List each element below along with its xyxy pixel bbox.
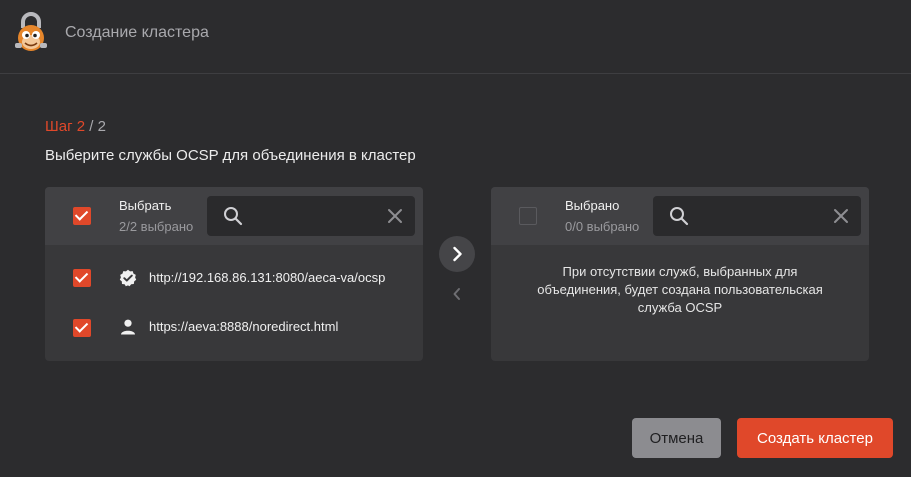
lock-mascot-icon xyxy=(15,12,47,51)
list-item[interactable]: http://192.168.86.131:8080/aeca-va/ocsp xyxy=(45,258,423,298)
cancel-button[interactable]: Отмена xyxy=(632,418,721,458)
create-cluster-window: Создание кластера Шаг 2 / 2 Выберите слу… xyxy=(0,0,911,477)
search-icon xyxy=(670,207,689,226)
step-indicator: Шаг 2 / 2 xyxy=(45,118,106,135)
app-header: Создание кластера xyxy=(0,0,911,74)
window-title: Создание кластера xyxy=(65,24,209,41)
step-total: 2 xyxy=(97,118,106,135)
step-separator: / xyxy=(89,118,94,135)
create-cluster-button[interactable]: Создать кластер xyxy=(737,418,893,458)
source-panel-label: Выбрать xyxy=(119,198,172,213)
service-url: http://192.168.86.131:8080/aeca-va/ocsp xyxy=(149,270,386,285)
target-panel-header: Выбрано 0/0 выбрано xyxy=(491,187,869,245)
source-search-box xyxy=(207,196,415,236)
move-left-button[interactable] xyxy=(448,285,466,303)
empty-state-message: При отсутствии служб, выбранных для объе… xyxy=(537,264,823,315)
target-panel-label: Выбрано xyxy=(565,198,620,213)
target-search-box xyxy=(653,196,861,236)
chevron-left-icon xyxy=(453,288,460,300)
source-search-input[interactable] xyxy=(251,204,381,230)
clear-search-icon[interactable] xyxy=(387,208,403,224)
source-panel-count: 2/2 выбрано xyxy=(119,219,194,234)
page-subtitle: Выберите службы OCSP для объединения в к… xyxy=(45,147,416,164)
step-current: Шаг 2 xyxy=(45,118,86,135)
item-checkbox[interactable] xyxy=(73,319,91,337)
user-icon xyxy=(121,319,135,335)
selected-services-panel: Выбрано 0/0 выбрано При отсутствии служб… xyxy=(491,187,869,361)
list-item[interactable]: https://aeva:8888/noredirect.html xyxy=(45,307,423,347)
item-checkbox[interactable] xyxy=(73,269,91,287)
service-url: https://aeva:8888/noredirect.html xyxy=(149,319,339,334)
select-all-target-checkbox[interactable] xyxy=(519,207,537,225)
chevron-right-icon xyxy=(453,246,462,262)
move-right-button[interactable] xyxy=(439,236,475,272)
target-search-input[interactable] xyxy=(697,204,827,230)
search-icon xyxy=(224,207,243,226)
select-all-checkbox[interactable] xyxy=(73,207,91,225)
verified-badge-icon xyxy=(119,269,137,287)
source-panel-header: Выбрать 2/2 выбрано xyxy=(45,187,423,245)
clear-search-icon[interactable] xyxy=(833,208,849,224)
source-services-panel: Выбрать 2/2 выбрано http://192.168.86.13… xyxy=(45,187,423,361)
target-panel-count: 0/0 выбрано xyxy=(565,219,640,234)
